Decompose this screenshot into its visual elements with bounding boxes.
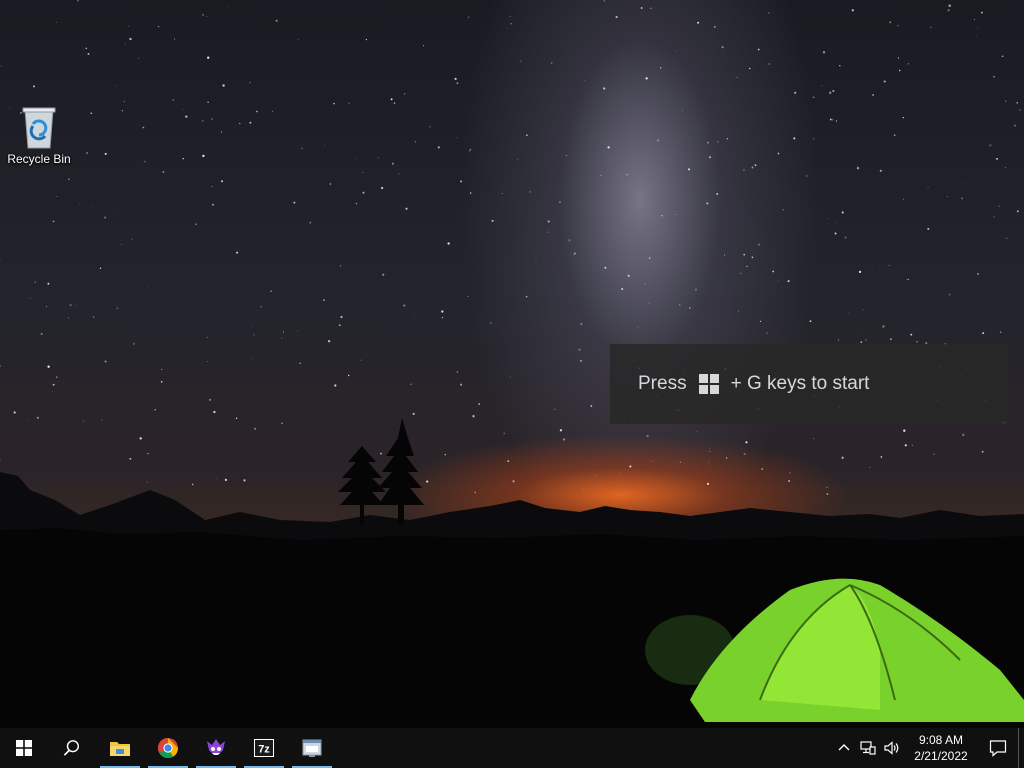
chrome-icon <box>157 737 179 759</box>
desktop-icon-recycle-bin[interactable]: Recycle Bin <box>4 104 74 176</box>
windows-logo-icon <box>16 740 32 756</box>
taskbar-clock[interactable]: 9:08 AM 2/21/2022 <box>904 728 978 768</box>
taskbar-file-explorer[interactable] <box>96 728 144 768</box>
clock-date: 2/21/2022 <box>914 749 968 763</box>
desktop-icon-label: Recycle Bin <box>7 152 71 166</box>
windows-logo-icon <box>698 374 719 394</box>
taskbar-app-window[interactable] <box>288 728 336 768</box>
action-center-button[interactable] <box>978 728 1018 768</box>
clock-time: 9:08 AM <box>918 733 964 747</box>
network-icon <box>860 741 876 755</box>
folder-icon <box>110 742 130 756</box>
notification-icon <box>989 740 1007 757</box>
system-tray: 9:08 AM 2/21/2022 <box>832 728 1024 768</box>
toast-text-after: + G keys to start <box>730 373 870 394</box>
search-icon <box>63 740 80 756</box>
window-app-icon <box>302 739 322 757</box>
toast-text-before: Press <box>638 373 687 394</box>
search-button[interactable] <box>48 728 96 768</box>
volume-button[interactable] <box>880 728 904 768</box>
taskbar-chrome[interactable] <box>144 728 192 768</box>
volume-icon <box>884 741 899 755</box>
game-bar-toast: Press + G keys to start <box>610 344 1008 424</box>
show-desktop-button[interactable] <box>1018 728 1024 768</box>
show-hidden-icons-button[interactable] <box>832 728 856 768</box>
chevron-up-icon <box>838 744 850 751</box>
start-button[interactable] <box>0 728 48 768</box>
recycle-bin-icon <box>22 107 56 149</box>
taskbar-app-purple[interactable] <box>192 728 240 768</box>
taskbar: 7z 9:08 AM 2/21/2022 <box>0 728 1024 768</box>
svg-text:7z: 7z <box>258 744 270 756</box>
purple-creature-icon <box>207 739 225 755</box>
7zip-icon: 7z <box>254 739 274 757</box>
taskbar-7zip[interactable]: 7z <box>240 728 288 768</box>
desktop[interactable]: Recycle Bin Press + G keys to start 7z 9… <box>0 0 1024 768</box>
network-button[interactable] <box>856 728 880 768</box>
